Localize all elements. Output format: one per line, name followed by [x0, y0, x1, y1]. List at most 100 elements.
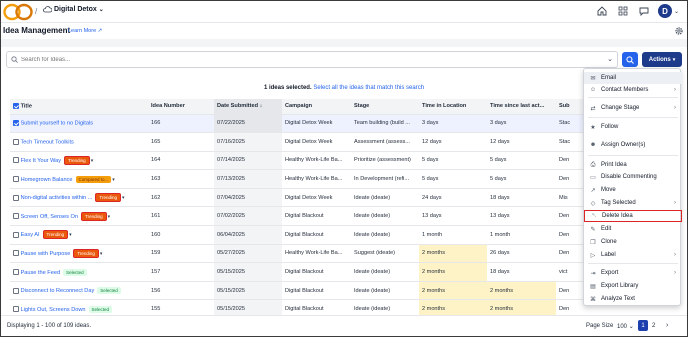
- table-row[interactable]: Pause with Purpose Trending ▾ 159 05/27/2025…: [10, 244, 590, 264]
- workspace-switcher[interactable]: Digital Detox ⌄: [43, 6, 104, 13]
- menu-item-export-library[interactable]: ▤ Export Library: [584, 280, 682, 292]
- column-header-time-since-last-activity[interactable]: Time since last act...: [487, 99, 556, 115]
- breadcrumb-separator: /: [35, 7, 38, 16]
- table-row[interactable]: Non-digital activities within ... Trendin…: [10, 188, 590, 208]
- menu-item-follow[interactable]: ★ Follow: [584, 121, 682, 133]
- grid-icon[interactable]: [616, 4, 630, 18]
- table-row[interactable]: Screen Off, Senses On Trending ▾ 161 07/02/2…: [10, 206, 590, 227]
- idea-title-link[interactable]: Flex It Your Way: [21, 158, 62, 164]
- menu-item-label[interactable]: ▷ Label ›: [584, 249, 682, 261]
- menu-item-move[interactable]: ↗ Move: [584, 184, 682, 196]
- idea-title-link[interactable]: Submit yourself to no Digitals: [21, 121, 93, 127]
- idea-title-link[interactable]: Pause the Feed: [21, 270, 61, 276]
- brand-logo[interactable]: [3, 3, 33, 21]
- actions-button[interactable]: Actions ▾: [642, 52, 682, 67]
- row-checkbox[interactable]: [13, 138, 19, 145]
- next-page-icon[interactable]: ›: [666, 322, 668, 329]
- idea-title-link[interactable]: Pause with Purpose: [21, 251, 71, 257]
- page-2-button[interactable]: 2: [652, 323, 655, 329]
- chevron-right-icon: ›: [674, 252, 676, 258]
- idea-title-link[interactable]: Homegrown Balance: [21, 177, 73, 183]
- column-header-campaign[interactable]: Campaign: [282, 99, 351, 115]
- idea-title-link[interactable]: Easy AI: [21, 232, 40, 238]
- menu-item-delete-idea[interactable]: ␡ Delete Idea: [584, 210, 682, 222]
- status-badge: Trending: [42, 230, 69, 240]
- menu-item-disable-commenting[interactable]: ▭ Disable Commenting: [584, 171, 682, 183]
- chat-icon[interactable]: [637, 4, 651, 18]
- column-header-stage[interactable]: Stage: [351, 99, 419, 115]
- menu-item-assign-owner-s[interactable]: ☻ Assign Owner(s): [584, 139, 682, 151]
- column-header-date-submitted[interactable]: Date Submitted ↓: [214, 99, 282, 115]
- row-checkbox[interactable]: [13, 231, 19, 238]
- table-row[interactable]: Homegrown Balance Compared to... ▾ 163 07/13…: [10, 169, 590, 189]
- menu-divider: [588, 263, 678, 264]
- chevron-right-icon: ›: [674, 200, 676, 206]
- menu-item-print-idea[interactable]: ⎙ Print Idea: [584, 159, 682, 171]
- time-in-location-cell: 1 month: [419, 225, 487, 245]
- table-row[interactable]: Disconnect to Reconnect Day Selected 156 05…: [10, 281, 590, 301]
- chevron-down-icon[interactable]: ▾: [91, 158, 94, 164]
- status-badge: Selected: [63, 268, 87, 276]
- row-checkbox[interactable]: [13, 120, 19, 127]
- avatar[interactable]: D: [657, 4, 672, 18]
- menu-item-label: Follow: [601, 124, 619, 130]
- idea-title-link[interactable]: Disconnect to Reconnect Day: [21, 288, 95, 294]
- stage-cell: Team building (build ...: [351, 114, 419, 134]
- stage-cell: Ideate (ideate): [351, 206, 419, 227]
- select-all-checkbox[interactable]: [13, 103, 19, 109]
- chevron-down-icon[interactable]: ⌄: [607, 55, 613, 63]
- gear-icon[interactable]: [674, 26, 684, 36]
- menu-item-label: Print Idea: [601, 162, 627, 168]
- menu-item-edit[interactable]: ✎ Edit: [584, 223, 682, 235]
- table-row[interactable]: Flex It Your Way Trending ▾ 164 07/14/2025 He…: [10, 151, 590, 171]
- page-1-button[interactable]: 1: [638, 320, 648, 331]
- menu-item-analyze-text[interactable]: ⌘ Analyze Text: [584, 293, 682, 305]
- table-row[interactable]: Submit yourself to no Digitals 166 07/22/2…: [10, 114, 590, 134]
- chevron-down-icon[interactable]: ▾: [69, 232, 72, 238]
- chevron-down-icon[interactable]: ⌄: [674, 8, 679, 15]
- home-icon[interactable]: [595, 4, 609, 18]
- idea-title-link[interactable]: Lights Out, Screens Down: [21, 307, 86, 313]
- chevron-down-icon[interactable]: ▾: [100, 251, 103, 257]
- row-checkbox[interactable]: [13, 194, 19, 201]
- chevron-down-icon[interactable]: ▾: [112, 177, 115, 183]
- analyze-icon: ⌘: [590, 296, 596, 303]
- trash-icon: ␡: [591, 212, 597, 219]
- select-all-link[interactable]: Select all the ideas that match this sea…: [313, 85, 424, 91]
- campaign-cell: Healthy Work-Life Ba...: [282, 151, 351, 171]
- row-checkbox[interactable]: [13, 250, 19, 257]
- menu-item-change-stage[interactable]: ⇄ Change Stage ›: [584, 102, 682, 114]
- menu-item-tag-selected[interactable]: ◇ Tag Selected ›: [584, 197, 682, 209]
- external-link-icon: ↗: [97, 28, 103, 34]
- menu-item-email[interactable]: ✉ Email: [584, 72, 682, 84]
- row-checkbox[interactable]: [13, 306, 19, 313]
- search-button[interactable]: [622, 52, 638, 67]
- table-row[interactable]: Easy AI Trending ▾ 160 06/04/2025 Digital Bla…: [10, 225, 590, 245]
- table-row[interactable]: Pause the Feed Selected 157 05/15/2025 Digit…: [10, 262, 590, 282]
- row-checkbox[interactable]: [13, 157, 19, 164]
- table-row[interactable]: Tech Timeout Toolkits 165 07/16/2025 Digita…: [10, 132, 590, 152]
- idea-number-cell: 163: [148, 169, 214, 189]
- idea-title-link[interactable]: Tech Timeout Toolkits: [20, 139, 73, 145]
- row-checkbox[interactable]: [13, 176, 19, 183]
- time-since-last-activity-cell: 3 days: [487, 114, 556, 134]
- menu-item-clone[interactable]: ❐ Clone: [584, 236, 682, 248]
- menu-item-contact-members[interactable]: ☺ Contact Members ›: [584, 84, 682, 96]
- row-checkbox[interactable]: [13, 213, 19, 220]
- row-checkbox[interactable]: [13, 269, 19, 276]
- column-header-idea-number[interactable]: Idea Number: [148, 99, 214, 115]
- column-header-title[interactable]: Title: [10, 99, 148, 115]
- column-header-time-in-location[interactable]: Time in Location: [419, 99, 487, 115]
- row-checkbox[interactable]: [13, 287, 19, 294]
- title-cell: Screen Off, Senses On Trending ▾: [10, 206, 148, 227]
- date-submitted-cell: 06/04/2025: [214, 225, 282, 245]
- learn-more-link[interactable]: Learn More ↗: [68, 28, 102, 34]
- search-input[interactable]: [21, 55, 581, 65]
- table-header-row: Title Idea Number Date Submitted ↓ Campa…: [10, 99, 590, 115]
- idea-title-link[interactable]: Non-digital activities within ...: [21, 195, 93, 201]
- chevron-down-icon[interactable]: ▾: [108, 214, 111, 220]
- page-size-select[interactable]: 100 ⌄: [617, 323, 634, 330]
- chevron-down-icon[interactable]: ▾: [122, 195, 125, 201]
- idea-title-link[interactable]: Screen Off, Senses On: [21, 214, 78, 220]
- menu-item-export[interactable]: ⇥ Export ›: [584, 267, 682, 279]
